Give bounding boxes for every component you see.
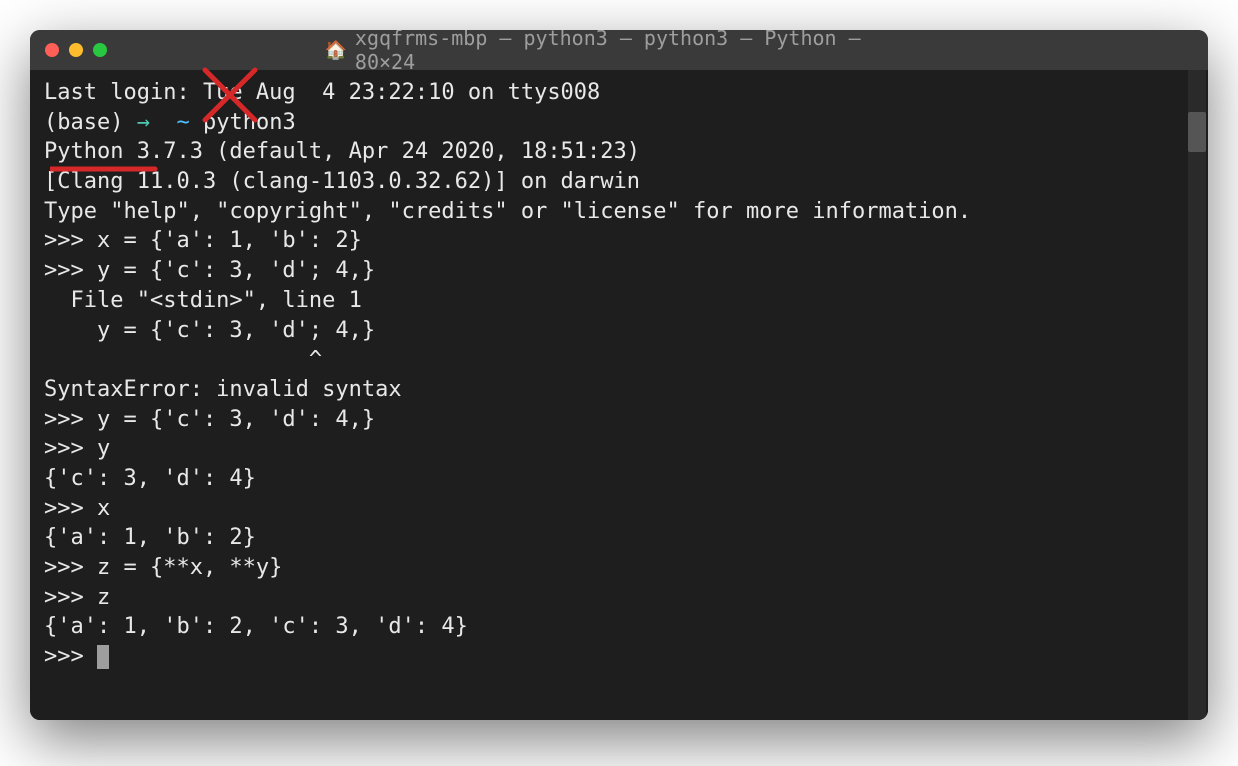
- traffic-lights: [45, 43, 107, 57]
- terminal-line: [Clang 11.0.3 (clang-1103.0.32.62)] on d…: [44, 167, 1194, 197]
- terminal-window: 🏠 xgqfrms-mbp — python3 — python3 — Pyth…: [30, 30, 1208, 720]
- home-icon: 🏠: [325, 40, 347, 61]
- terminal-line: >>> y: [44, 434, 1194, 464]
- terminal-line: >>> x: [44, 494, 1194, 524]
- terminal-line: {'a': 1, 'b': 2, 'c': 3, 'd': 4}: [44, 612, 1194, 642]
- terminal-prompt-active: >>>: [44, 642, 1194, 672]
- terminal-body[interactable]: Last login: Tue Aug 4 23:22:10 on ttys00…: [30, 70, 1208, 720]
- terminal-line: >>> y = {'c': 3, 'd'; 4,}: [44, 256, 1194, 286]
- title-bar: 🏠 xgqfrms-mbp — python3 — python3 — Pyth…: [30, 30, 1208, 70]
- maximize-button[interactable]: [93, 43, 107, 57]
- prompt-base: (base): [44, 110, 123, 135]
- terminal-line: >>> z = {**x, **y}: [44, 553, 1194, 583]
- terminal-line: >>> z: [44, 583, 1194, 613]
- terminal-line: Last login: Tue Aug 4 23:22:10 on ttys00…: [44, 78, 1194, 108]
- scrollbar-track[interactable]: [1188, 70, 1206, 720]
- scrollbar-thumb[interactable]: [1188, 112, 1206, 152]
- window-title: xgqfrms-mbp — python3 — python3 — Python…: [355, 30, 914, 74]
- terminal-line: {'c': 3, 'd': 4}: [44, 464, 1194, 494]
- terminal-line: ^: [44, 345, 1194, 375]
- minimize-button[interactable]: [69, 43, 83, 57]
- prompt-command: python3: [203, 110, 296, 135]
- terminal-line: >>> y = {'c': 3, 'd': 4,}: [44, 405, 1194, 435]
- prompt-arrow-icon: →: [137, 110, 150, 135]
- terminal-line: File "<stdin>", line 1: [44, 286, 1194, 316]
- title-content: 🏠 xgqfrms-mbp — python3 — python3 — Pyth…: [325, 30, 914, 74]
- terminal-prompt-line: (base) → ~ python3: [44, 108, 1194, 138]
- cursor: [97, 645, 109, 669]
- close-button[interactable]: [45, 43, 59, 57]
- terminal-line: {'a': 1, 'b': 2}: [44, 523, 1194, 553]
- terminal-line: y = {'c': 3, 'd'; 4,}: [44, 316, 1194, 346]
- terminal-line: Python 3.7.3 (default, Apr 24 2020, 18:5…: [44, 137, 1194, 167]
- repl-prompt: >>>: [44, 644, 97, 669]
- terminal-line: SyntaxError: invalid syntax: [44, 375, 1194, 405]
- terminal-line: Type "help", "copyright", "credits" or "…: [44, 197, 1194, 227]
- prompt-tilde: ~: [176, 110, 189, 135]
- terminal-line: >>> x = {'a': 1, 'b': 2}: [44, 226, 1194, 256]
